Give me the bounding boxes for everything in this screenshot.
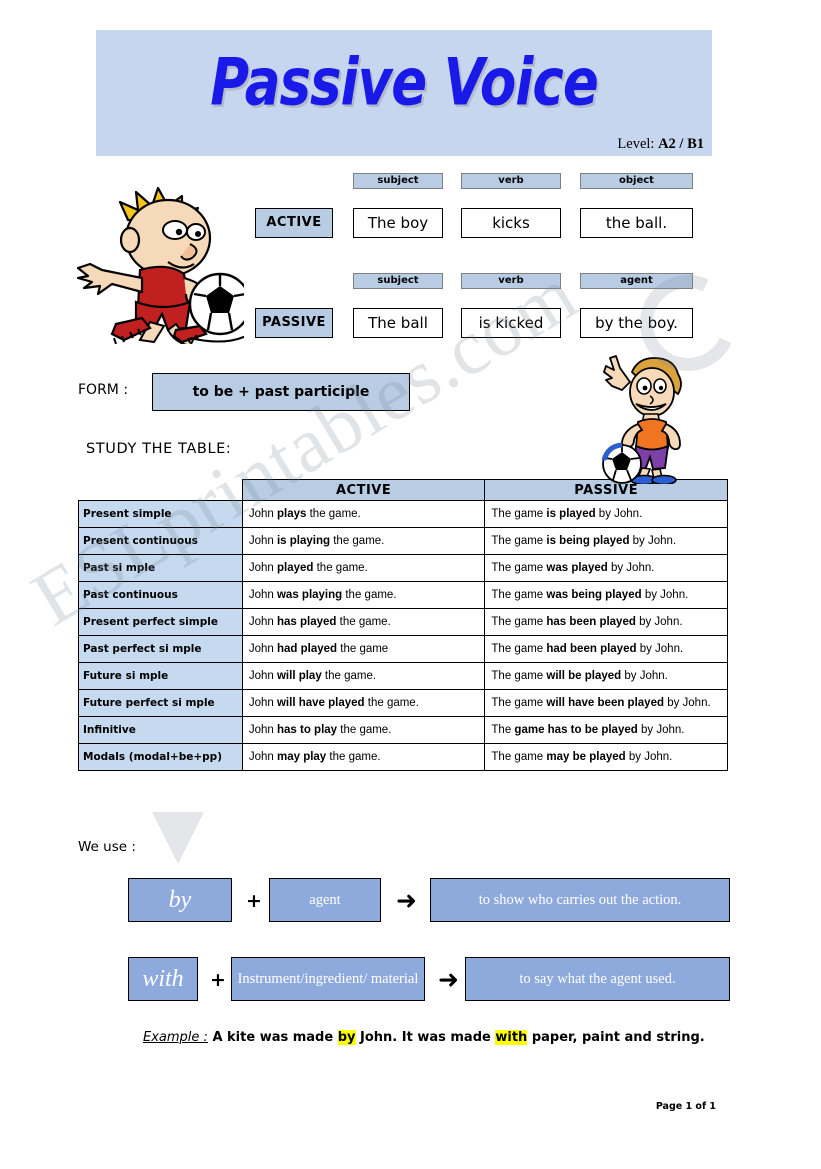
passive-sentence-cell: The game was being played by John. xyxy=(484,581,728,609)
table-row: Present perfect simple John has played th… xyxy=(78,608,728,636)
form-label: FORM : xyxy=(78,382,129,398)
arrow-right-icon-rule2: ➜ xyxy=(438,965,459,994)
table-row: Past continuous John was playing the game… xyxy=(78,581,728,609)
tense-name-cell: Present perfect simple xyxy=(78,608,243,636)
passive-sentence-cell: The game will be played by John. xyxy=(484,662,728,690)
active-sentence-cell: John plays the game. xyxy=(241,500,486,528)
agent-box: agent xyxy=(269,878,381,922)
diagram-voice-passive: PASSIVE xyxy=(255,308,333,338)
boy-with-ball-illustration xyxy=(601,355,682,484)
header-banner: Passive Voice Level: A2 / B1 xyxy=(96,30,712,156)
passive-sentence-cell: The game will have been played by John. xyxy=(484,689,728,717)
page-title: Passive Voice xyxy=(210,46,599,121)
diagram-cell-passive-agent: by the boy. xyxy=(580,308,693,338)
table-row: Present continuous John is playing the ga… xyxy=(78,527,728,555)
active-sentence-cell: John was playing the game. xyxy=(241,581,486,609)
table-row: Present simple John plays the game. The ga… xyxy=(78,500,728,528)
example-part1: A kite was made xyxy=(207,1030,338,1045)
tense-name-cell: Future perfect si mple xyxy=(78,689,243,717)
level-value: A2 / B1 xyxy=(658,136,704,152)
example-part2: John. It was made xyxy=(355,1030,496,1045)
preposition-box-by: by xyxy=(128,878,232,922)
passive-sentence-cell: The game was played by John. xyxy=(484,554,728,582)
active-sentence-cell: John will have played the game. xyxy=(241,689,486,717)
table-row: Modals (modal+be+pp) John may play the ga… xyxy=(78,743,728,771)
table-row: Future perfect si mple John will have pla… xyxy=(78,689,728,717)
diagram-label-passive-verb: verb xyxy=(461,273,561,289)
tense-name-cell: Infinitive xyxy=(78,716,243,744)
diagram-label-active-subject: subject xyxy=(353,173,443,189)
we-use-heading: We use : xyxy=(78,839,136,855)
study-the-table-heading: STUDY THE TABLE: xyxy=(86,441,232,457)
diagram-cell-active-verb: kicks xyxy=(461,208,561,238)
active-sentence-cell: John had played the game xyxy=(241,635,486,663)
diagram-voice-active: ACTIVE xyxy=(255,208,333,238)
active-sentence-cell: John has played the game. xyxy=(241,608,486,636)
page-footer: Page 1 of 1 xyxy=(655,1101,716,1112)
plus-sign-rule1: + xyxy=(246,890,262,912)
plus-sign-rule2: + xyxy=(210,969,226,991)
diagram-label-passive-agent: agent xyxy=(580,273,693,289)
example-highlight-with: with xyxy=(495,1030,528,1045)
table-header-blank xyxy=(79,480,243,501)
tense-name-cell: Past perfect si mple xyxy=(78,635,243,663)
diagram-cell-passive-verb: is kicked xyxy=(461,308,561,338)
diagram-label-active-verb: verb xyxy=(461,173,561,189)
diagram-cell-active-object: the ball. xyxy=(580,208,693,238)
passive-sentence-cell: The game has been played by John. xyxy=(484,608,728,636)
example-highlight-by: by xyxy=(337,1030,356,1045)
active-sentence-cell: John is playing the game. xyxy=(241,527,486,555)
tense-name-cell: Present continuous xyxy=(78,527,243,555)
diagram-label-active-object: object xyxy=(580,173,693,189)
active-sentence-cell: John has to play the game. xyxy=(241,716,486,744)
tense-name-cell: Past si mple xyxy=(78,554,243,582)
watermark-logo-secondary-icon xyxy=(152,812,204,864)
active-sentence-cell: John played the game. xyxy=(241,554,486,582)
tense-comparison-table: ACTIVE PASSIVE Present simple John plays … xyxy=(78,479,728,771)
tense-name-cell: Future si mple xyxy=(78,662,243,690)
passive-sentence-cell: The game is being played by John. xyxy=(484,527,728,555)
tense-name-cell: Modals (modal+be+pp) xyxy=(78,743,243,771)
passive-sentence-cell: The game has to be played by John. xyxy=(484,716,728,744)
diagram-cell-active-subject: The boy xyxy=(353,208,443,238)
diagram-cell-passive-subject: The ball xyxy=(353,308,443,338)
table-row: Past si mple John played the game. The gam… xyxy=(78,554,728,582)
table-row: Past perfect si mple John had played the … xyxy=(78,635,728,663)
form-value-box: to be + past participle xyxy=(152,373,410,411)
preposition-box-with: with xyxy=(128,957,198,1001)
arrow-right-icon-rule1: ➜ xyxy=(396,886,417,915)
example-part3: paper, paint and string. xyxy=(527,1030,705,1045)
active-sentence-cell: John will play the game. xyxy=(241,662,486,690)
passive-sentence-cell: The game had been played by John. xyxy=(484,635,728,663)
passive-sentence-cell: The game is played by John. xyxy=(484,500,728,528)
example-label: Example : xyxy=(143,1030,208,1045)
level-indicator: Level: A2 / B1 xyxy=(617,136,704,153)
rule2-result-box: to say what the agent used. xyxy=(465,957,730,1001)
instrument-box: Instrument/ingredient/ material xyxy=(231,957,425,1001)
rule1-result-box: to show who carries out the action. xyxy=(430,878,730,922)
table-row: Future si mple John will play the game. Th… xyxy=(78,662,728,690)
boy-kicking-ball-illustration xyxy=(76,186,244,344)
table-row: Infinitive John has to play the game. The … xyxy=(78,716,728,744)
level-prefix: Level: xyxy=(617,136,659,152)
table-header-active: ACTIVE xyxy=(241,479,486,501)
tense-name-cell: Past continuous xyxy=(78,581,243,609)
example-sentence: Example : A kite was made by John. It wa… xyxy=(143,1030,705,1045)
active-sentence-cell: John may play the game. xyxy=(241,743,486,771)
passive-sentence-cell: The game may be played by John. xyxy=(484,743,728,771)
diagram-label-passive-subject: subject xyxy=(353,273,443,289)
tense-name-cell: Present simple xyxy=(78,500,243,528)
